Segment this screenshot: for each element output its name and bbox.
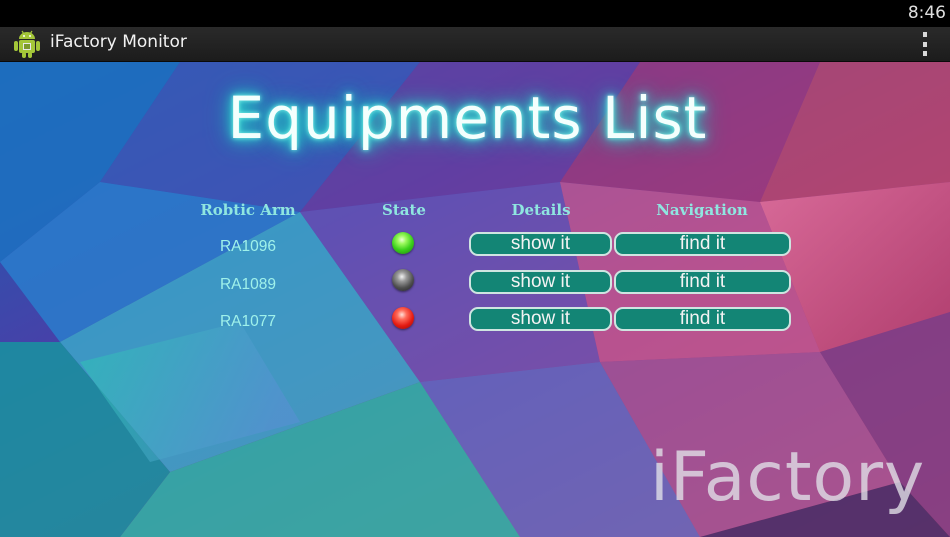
find-navigation-button[interactable]: find it bbox=[614, 270, 791, 294]
state-indicator-gray bbox=[392, 269, 414, 291]
equipment-list-screen: Equipments List Robtic Arm State Details… bbox=[0, 62, 950, 537]
column-header-state: State bbox=[382, 201, 426, 219]
status-time: 8:46 bbox=[907, 3, 946, 23]
arm-id-ra1089: RA1089 bbox=[219, 276, 276, 293]
ifactory-watermark: iFactory bbox=[650, 438, 926, 517]
state-indicator-green bbox=[392, 232, 414, 254]
column-header-navigation: Navigation bbox=[656, 201, 748, 219]
page-title: Equipments List bbox=[227, 84, 708, 152]
column-header-arm: Robtic Arm bbox=[200, 201, 296, 219]
arm-id-ra1077: RA1077 bbox=[219, 313, 276, 330]
find-navigation-button[interactable]: find it bbox=[614, 232, 791, 256]
show-details-button[interactable]: show it bbox=[469, 232, 612, 256]
column-header-details: Details bbox=[511, 201, 571, 219]
show-details-button[interactable]: show it bbox=[469, 307, 612, 331]
overflow-menu-icon[interactable] bbox=[920, 30, 930, 58]
app-title: iFactory Monitor bbox=[50, 32, 187, 52]
find-navigation-button[interactable]: find it bbox=[614, 307, 791, 331]
show-details-button[interactable]: show it bbox=[469, 270, 612, 294]
status-bar: 8:46 bbox=[0, 0, 950, 27]
arm-id-ra1096: RA1096 bbox=[219, 238, 276, 255]
state-indicator-red bbox=[392, 307, 414, 329]
action-bar: iFactory Monitor bbox=[0, 27, 950, 62]
android-robot-icon bbox=[14, 30, 40, 58]
